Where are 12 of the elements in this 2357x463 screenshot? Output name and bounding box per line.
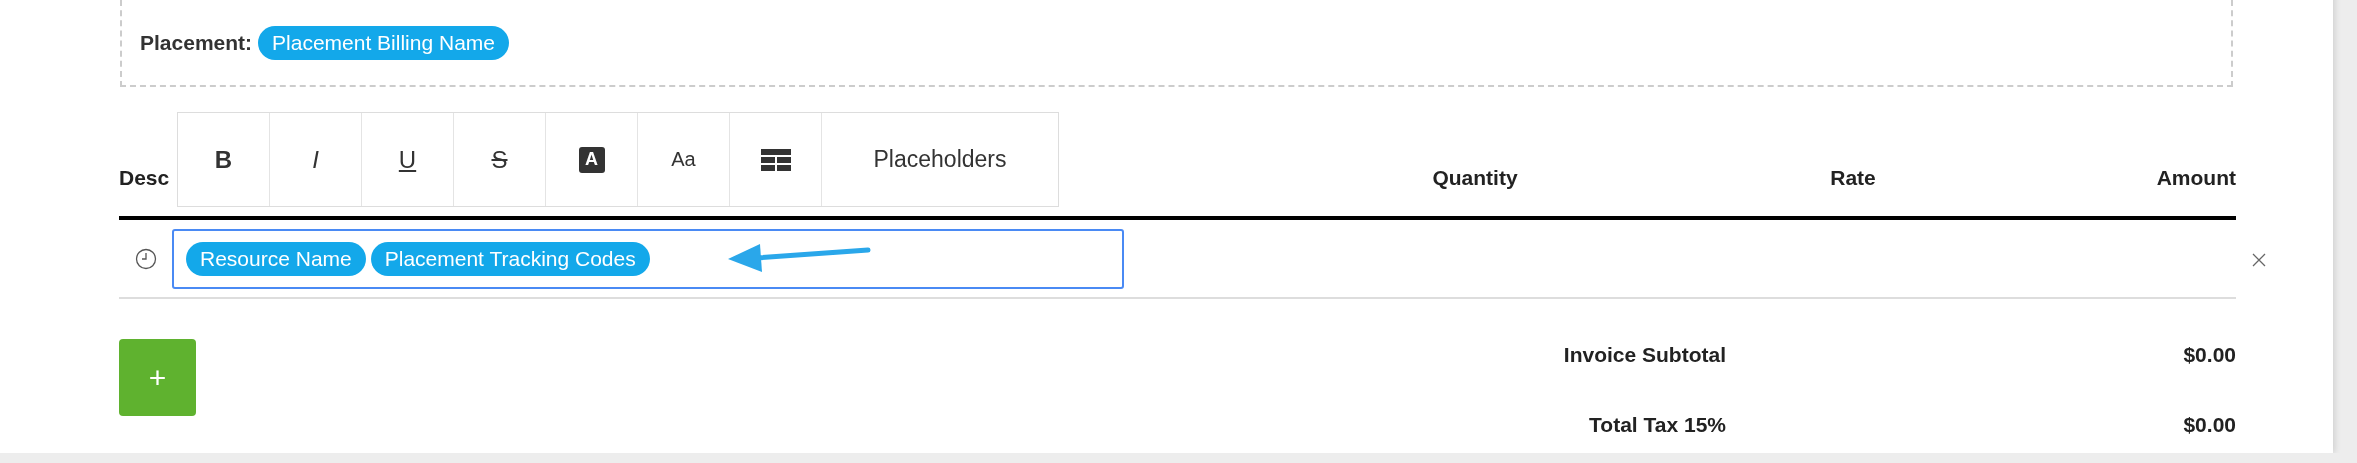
close-icon[interactable] <box>2252 253 2266 267</box>
column-header: Desc <box>119 166 171 190</box>
column-header: Amount <box>2155 166 2236 190</box>
column-header: Quantity <box>1431 166 1519 190</box>
total-value: $0.00 <box>2182 413 2236 437</box>
clock-icon[interactable] <box>135 247 157 270</box>
total-value: $0.00 <box>2182 343 2236 367</box>
total-label: Invoice Subtotal <box>1562 343 1726 367</box>
column-header: Rate <box>1829 166 1877 190</box>
total-label: Total Tax 15% <box>1588 413 1726 437</box>
placement-label: Placement: <box>140 30 253 55</box>
table-icon <box>760 148 791 171</box>
